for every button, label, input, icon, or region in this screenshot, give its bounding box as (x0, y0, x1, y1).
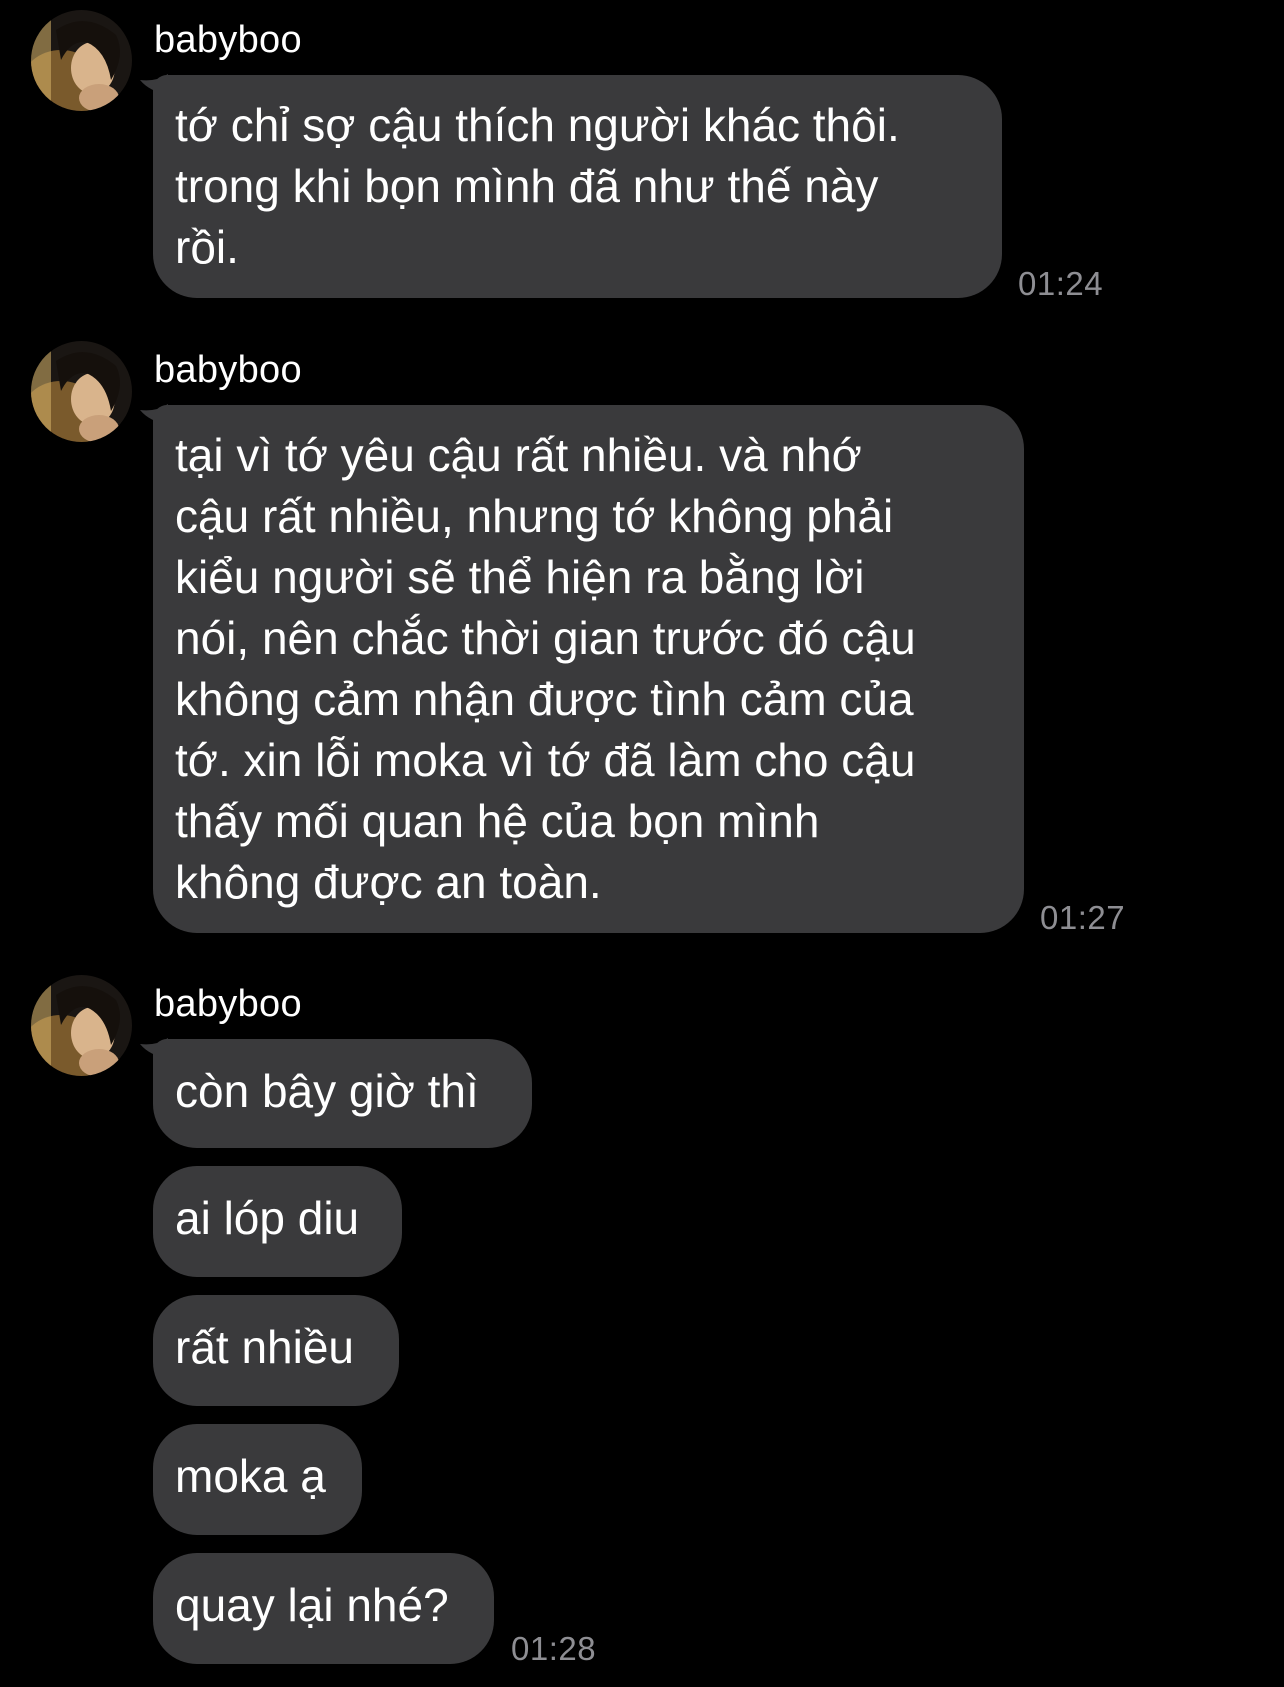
message-bubble[interactable]: tớ chỉ sợ cậu thích người khác thôi. tro… (153, 75, 1002, 298)
message-timestamp: 01:27 (1040, 899, 1126, 936)
message-bubble[interactable]: còn bây giờ thì (153, 1039, 532, 1148)
profile-photo-avatar-icon (31, 975, 132, 1076)
message-bubble[interactable]: moka ạ (153, 1424, 362, 1535)
avatar[interactable] (31, 341, 132, 442)
message-bubble[interactable]: ai lóp diu (153, 1166, 402, 1277)
message-bubble[interactable]: quay lại nhé? (153, 1553, 494, 1664)
message-bubble[interactable]: tại vì tớ yêu cậu rất nhiều. và nhớ cậu … (153, 405, 1024, 933)
sender-name: babyboo (154, 19, 302, 61)
profile-photo-avatar-icon (31, 10, 132, 111)
message-bubble[interactable]: rất nhiều (153, 1295, 399, 1406)
sender-name: babyboo (154, 983, 302, 1025)
avatar[interactable] (31, 975, 132, 1076)
avatar[interactable] (31, 10, 132, 111)
sender-name: babyboo (154, 349, 302, 391)
profile-photo-avatar-icon (31, 341, 132, 442)
message-timestamp: 01:24 (1018, 265, 1104, 302)
message-timestamp: 01:28 (511, 1630, 597, 1667)
